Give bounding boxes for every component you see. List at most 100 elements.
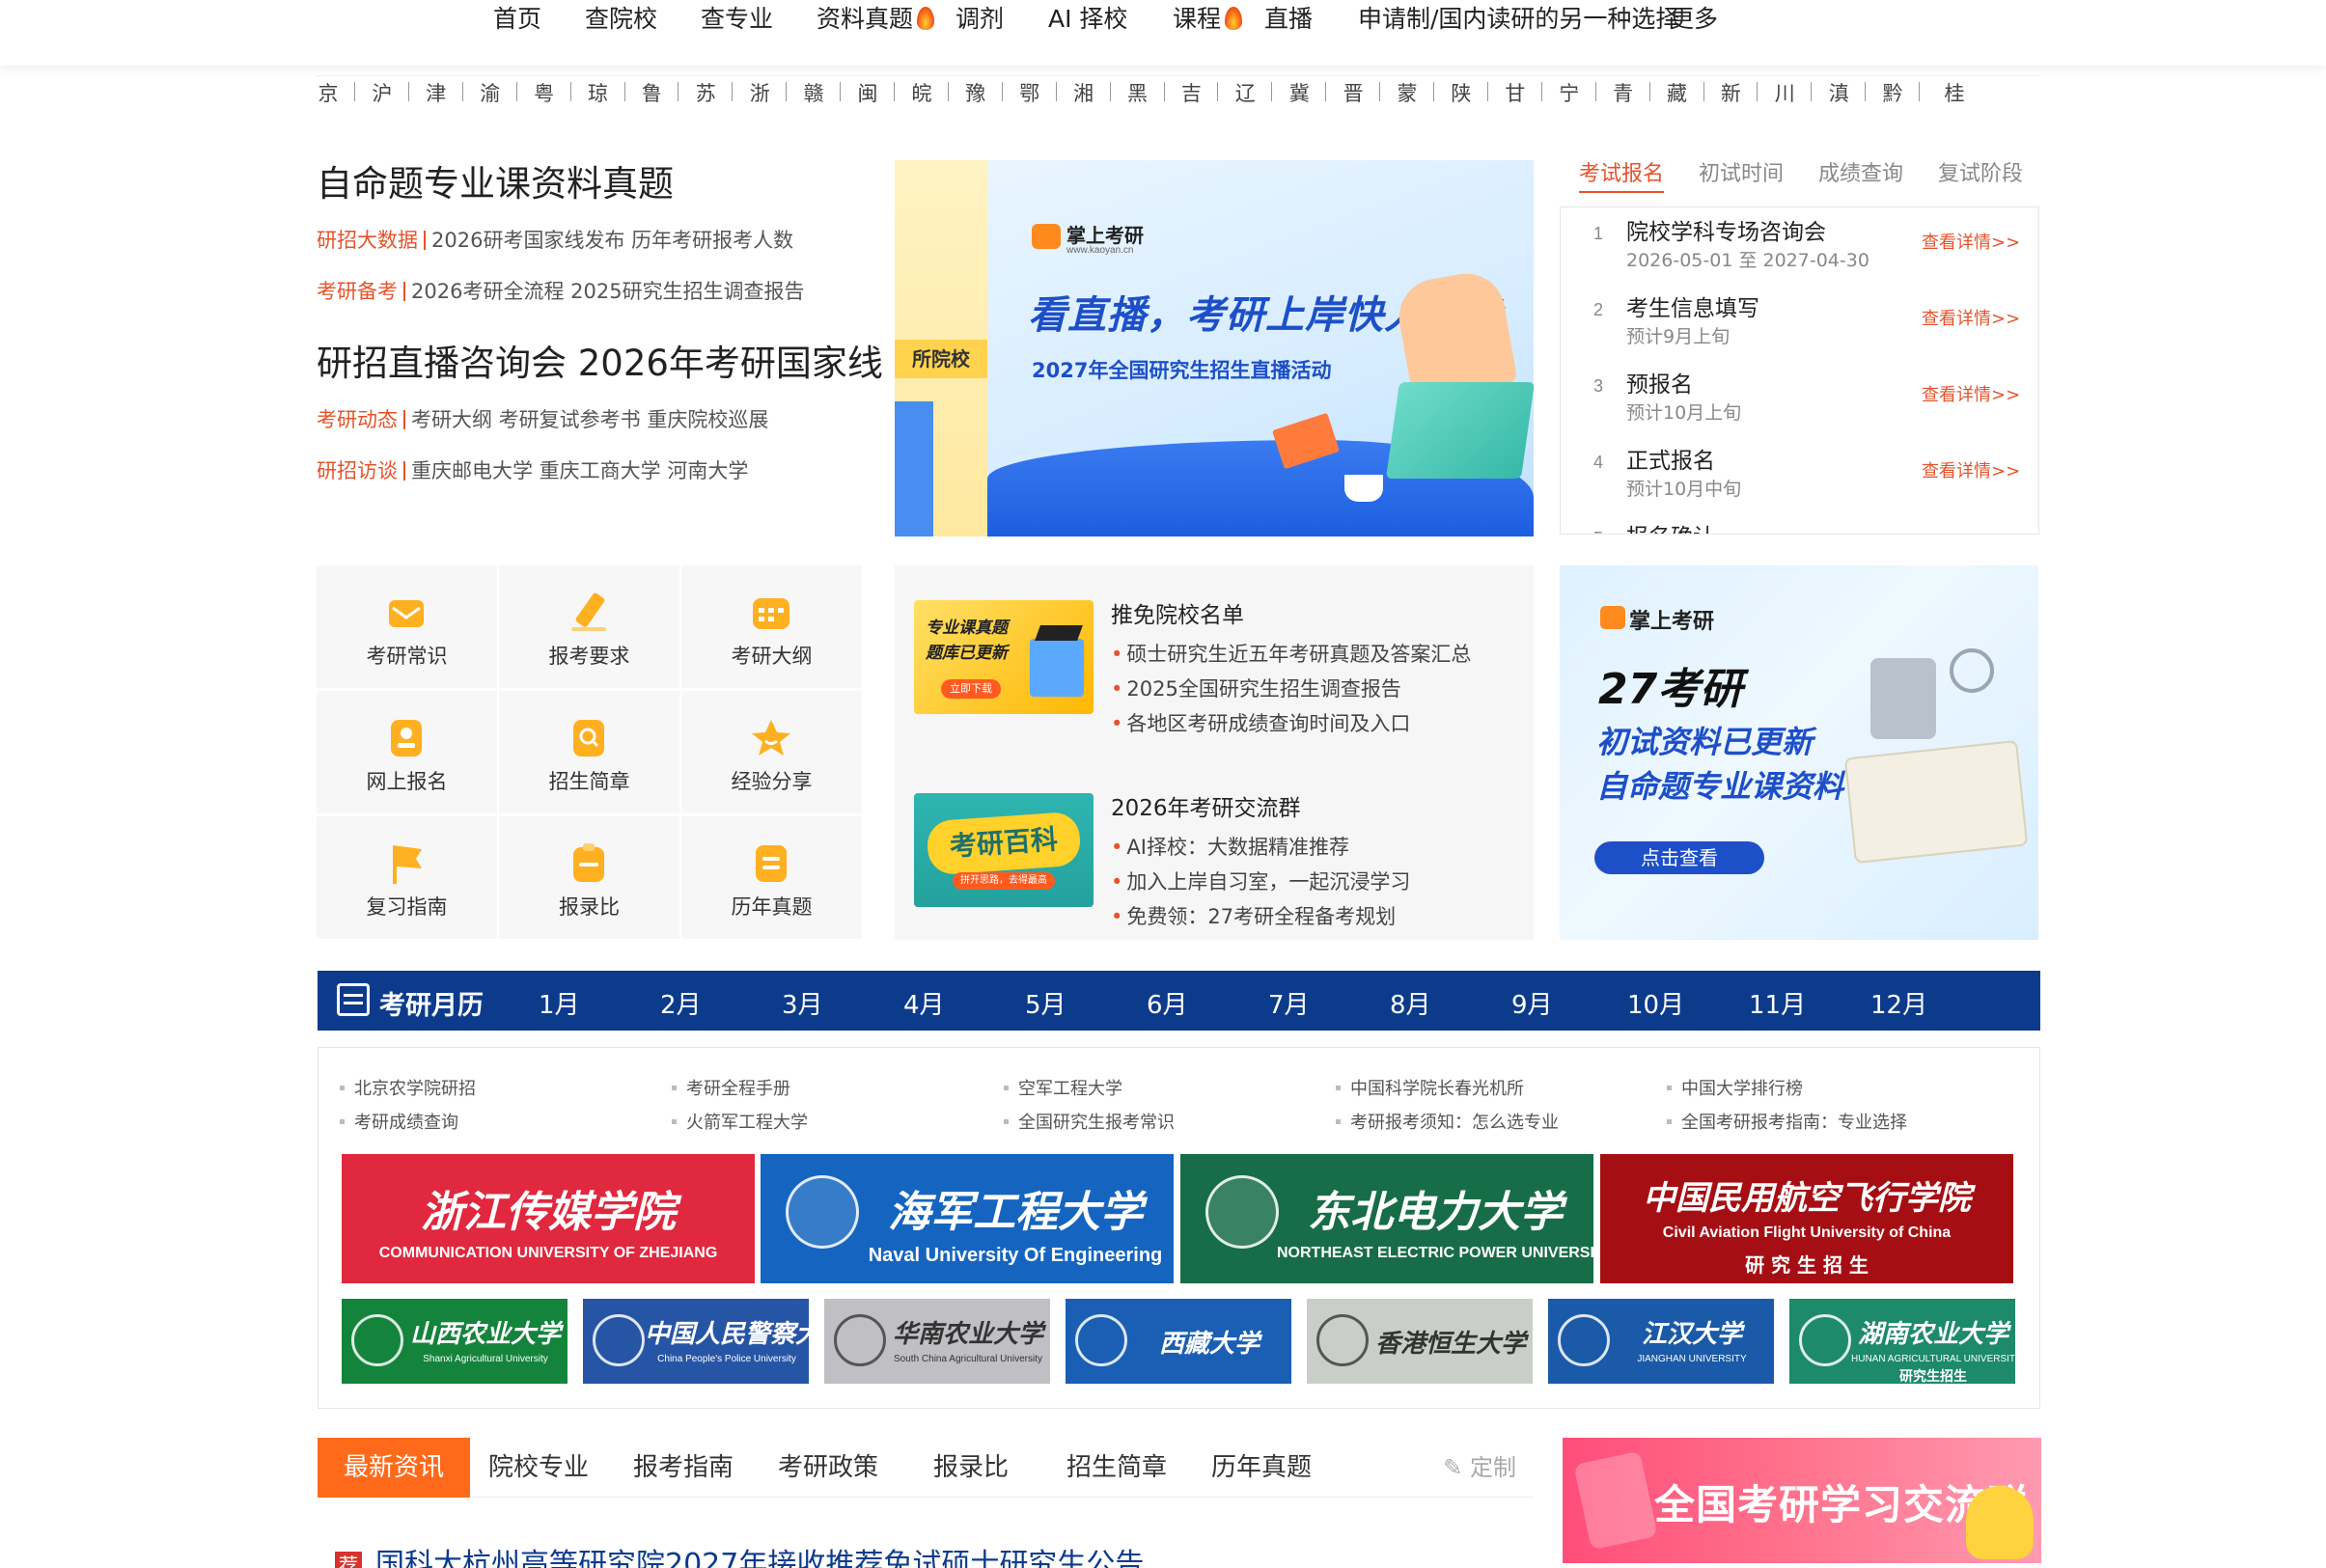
school-link[interactable]: 中国大学排行榜 <box>1667 1075 1803 1100</box>
schedule-item[interactable]: 3 预报名 预计10月上旬 查看详情>> <box>1561 360 2038 435</box>
province-link[interactable]: 黑 <box>1125 78 1150 107</box>
news-headline[interactable]: 荐国科大杭州高等研究院2027年接收推荐免试硕士研究生公告 <box>335 1540 1144 1568</box>
tab-latest-news[interactable]: 最新资讯 <box>318 1438 471 1498</box>
headline-row[interactable]: 研招大数据 2026研考国家线发布 历年考研报考人数 <box>317 225 793 254</box>
province-link[interactable]: 冀 <box>1287 78 1312 107</box>
tab-past-papers[interactable]: 历年真题 <box>1211 1438 1312 1498</box>
schedule-item[interactable]: 1 院校学科专场咨询会 2026-05-01 至 2027-04-30 查看详情>> <box>1561 207 2038 283</box>
month-tab[interactable]: 3月 <box>782 985 823 1021</box>
province-link[interactable]: 津 <box>424 78 449 107</box>
nav-majors[interactable]: 查专业 <box>701 2 773 37</box>
month-tab[interactable]: 6月 <box>1147 985 1188 1021</box>
province-link[interactable]: 蒙 <box>1395 78 1420 107</box>
school-link[interactable]: 考研报考须知：怎么选专业 <box>1336 1109 1559 1134</box>
month-tab[interactable]: 4月 <box>903 985 945 1021</box>
province-link[interactable]: 藏 <box>1665 78 1690 107</box>
month-tab[interactable]: 9月 <box>1511 985 1553 1021</box>
quick-link[interactable]: 网上报名 <box>317 691 497 813</box>
quick-link[interactable]: 经验分享 <box>681 691 862 813</box>
quick-link[interactable]: 报考要求 <box>499 565 679 688</box>
quick-link[interactable]: 历年真题 <box>681 816 862 939</box>
province-link[interactable]: 新 <box>1718 78 1743 107</box>
list-item[interactable]: • 免费领：27考研全程备考规划 <box>1111 901 1396 930</box>
month-tab[interactable]: 12月 <box>1870 985 1927 1021</box>
thumb-questions[interactable]: 专业课真题 题库已更新 立即下载 <box>914 600 1094 714</box>
province-link[interactable]: 京 <box>316 78 341 107</box>
thumb-baike[interactable]: 考研百科 拼开思路，去得最高 <box>914 793 1094 907</box>
list-item[interactable]: • AI择校：大数据精准推荐 <box>1111 832 1349 861</box>
month-tab[interactable]: 5月 <box>1025 985 1066 1021</box>
province-link[interactable]: 晋 <box>1341 78 1366 107</box>
province-link[interactable]: 赣 <box>801 78 826 107</box>
nav-application[interactable]: 申请制/国内读研的另一种选择 <box>1358 2 1679 37</box>
province-link[interactable]: 琼 <box>586 78 611 107</box>
province-link[interactable]: 吉 <box>1178 78 1204 107</box>
province-link[interactable]: 皖 <box>909 78 934 107</box>
live-banner[interactable]: 所院校 掌上考研 www.kaoyan.cn 看直播，考研上岸快人一步 2027… <box>895 160 1534 536</box>
tab-admission-ratio[interactable]: 报录比 <box>933 1438 1009 1498</box>
province-link[interactable]: 滇 <box>1826 78 1851 107</box>
province-link[interactable]: 桂 <box>1942 78 1967 107</box>
quick-link[interactable]: 报录比 <box>499 816 679 939</box>
list-item[interactable]: • 2025全国研究生招生调查报告 <box>1111 674 1401 702</box>
study-group-ad[interactable]: 全国考研学习交流群 <box>1563 1438 2041 1563</box>
school-link[interactable]: 火箭军工程大学 <box>672 1109 808 1134</box>
university-logo[interactable]: 中国民用航空飞行学院 Civil Aviation Flight Universi… <box>1600 1154 2013 1283</box>
headline-row[interactable]: 考研动态 考研大纲 考研复试参考书 重庆院校巡展 <box>317 404 768 433</box>
view-details-link[interactable]: 查看详情>> <box>1922 381 2020 406</box>
university-logo[interactable]: 中国人民警察大学China People's Police University <box>583 1299 809 1384</box>
tab-brochure[interactable]: 招生简章 <box>1066 1438 1167 1498</box>
university-logo[interactable]: 浙江传媒学院 COMMUNICATION UNIVERSITY OF ZHEJIA… <box>342 1154 755 1283</box>
university-logo[interactable]: 华南农业大学 South China Agricultural Universit… <box>824 1299 1050 1384</box>
nav-ai-choose[interactable]: AI 择校 <box>1048 2 1127 37</box>
schedule-item[interactable]: 2 考生信息填写 预计9月上旬 查看详情>> <box>1561 284 2038 359</box>
view-details-link[interactable]: 查看详情>> <box>1922 305 2020 330</box>
nav-schools[interactable]: 查院校 <box>585 2 657 37</box>
block2-title[interactable]: 2026年考研交流群 <box>1111 789 1301 822</box>
view-button[interactable]: 点击查看 <box>1594 841 1764 874</box>
quick-link[interactable]: 考研常识 <box>317 565 497 688</box>
month-tab[interactable]: 7月 <box>1268 985 1310 1021</box>
nav-materials[interactable]: 资料真题 <box>817 2 935 37</box>
list-item[interactable]: • 加入上岸自习室，一起沉浸学习 <box>1111 867 1410 895</box>
province-link[interactable]: 陕 <box>1449 78 1474 107</box>
school-link[interactable]: 考研成绩查询 <box>340 1109 458 1134</box>
province-link[interactable]: 黔 <box>1880 78 1905 107</box>
headline-row[interactable]: 研招访谈 重庆邮电大学 重庆工商大学 河南大学 <box>317 455 748 484</box>
nav-home[interactable]: 首页 <box>493 2 541 37</box>
university-logo[interactable]: 西藏大学 <box>1066 1299 1291 1384</box>
province-link[interactable]: 粤 <box>532 78 557 107</box>
nav-adjustment[interactable]: 调剂 <box>955 2 1004 37</box>
tab-first-exam-time[interactable]: 初试时间 <box>1699 156 1784 187</box>
university-logo[interactable]: 湖南农业大学 HUNAN AGRICULTURAL UNIVERSITY 研究生招生 <box>1789 1299 2015 1384</box>
schedule-item[interactable]: 4 正式报名 预计10月中旬 查看详情>> <box>1561 436 2038 511</box>
province-link[interactable]: 辽 <box>1232 78 1258 107</box>
headline-title-2[interactable]: 研招直播咨询会 2026年考研国家线 <box>317 334 883 386</box>
school-link[interactable]: 中国科学院长春光机所 <box>1336 1075 1524 1100</box>
school-link[interactable]: 全国研究生报考常识 <box>1004 1109 1175 1134</box>
province-link[interactable]: 湘 <box>1071 78 1096 107</box>
headline-row[interactable]: 考研备考 2026考研全流程 2025研究生招生调查报告 <box>317 276 805 305</box>
university-logo[interactable]: 山西农业大学 Shanxi Agricultural University <box>342 1299 568 1384</box>
month-tab[interactable]: 1月 <box>539 985 580 1021</box>
province-link[interactable]: 浙 <box>747 78 772 107</box>
university-logo[interactable]: 海军工程大学 Naval University Of Engineering <box>761 1154 1174 1283</box>
tab-score-query[interactable]: 成绩查询 <box>1818 156 1903 187</box>
customize-button[interactable]: ✎ 定制 <box>1443 1438 1516 1498</box>
list-item[interactable]: • 各地区考研成绩查询时间及入口 <box>1111 708 1410 737</box>
tab-policy[interactable]: 考研政策 <box>778 1438 878 1498</box>
nav-courses[interactable]: 课程 <box>1173 2 1243 37</box>
tab-retest-stage[interactable]: 复试阶段 <box>1938 156 2023 187</box>
month-tab[interactable]: 11月 <box>1749 985 1806 1021</box>
month-tab[interactable]: 8月 <box>1390 985 1431 1021</box>
province-link[interactable]: 沪 <box>370 78 395 107</box>
province-link[interactable]: 闽 <box>855 78 880 107</box>
tab-schools-majors[interactable]: 院校专业 <box>488 1438 589 1498</box>
university-logo[interactable]: 江汉大学 JIANGHAN UNIVERSITY <box>1548 1299 1774 1384</box>
headline-title-1[interactable]: 自命题专业课资料真题 <box>317 154 674 206</box>
province-link[interactable]: 豫 <box>963 78 988 107</box>
province-link[interactable]: 鄂 <box>1017 78 1042 107</box>
university-logo[interactable]: 东北电力大学 NORTHEAST ELECTRIC POWER UNIVERSIT… <box>1180 1154 1593 1283</box>
month-tab[interactable]: 2月 <box>660 985 702 1021</box>
materials-ad[interactable]: 掌上考研 27考研 初试资料已更新 自命题专业课资料 点击查看 <box>1560 565 2038 940</box>
